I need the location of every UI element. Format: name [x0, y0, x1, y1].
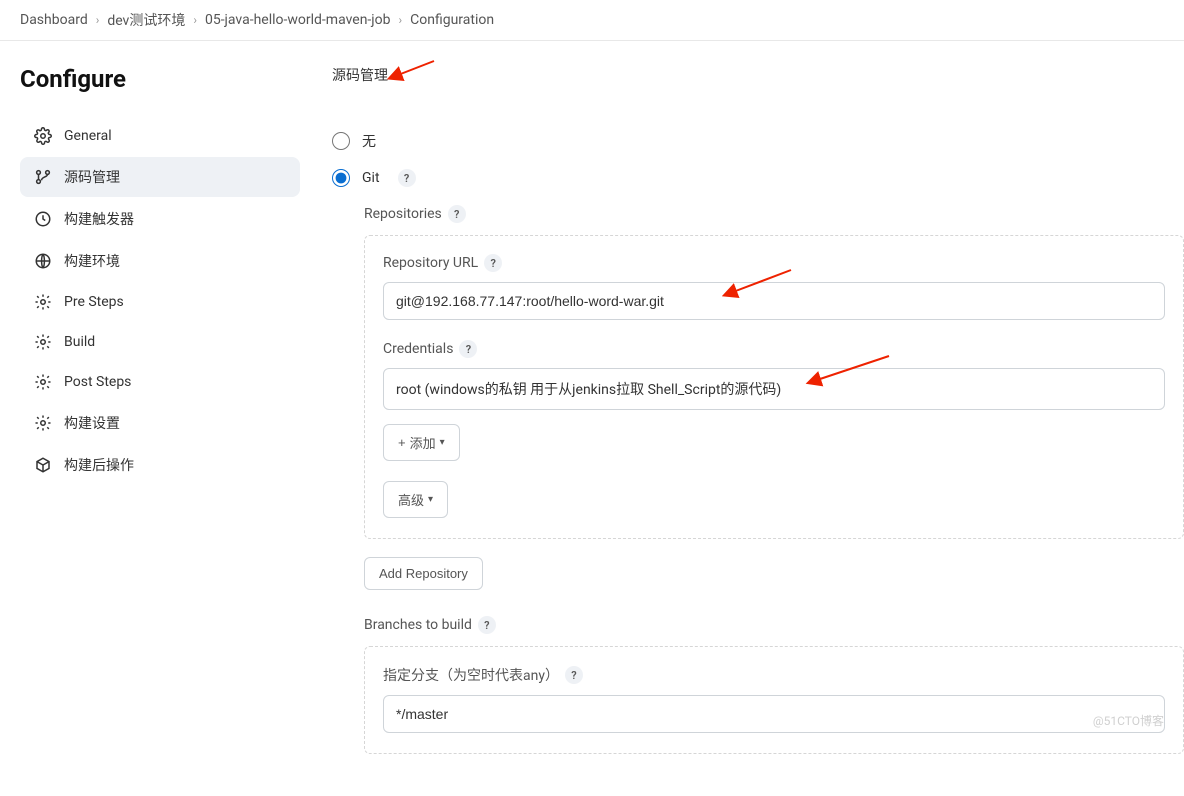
help-icon[interactable]: ?	[484, 254, 502, 272]
nav-build-settings[interactable]: 构建设置	[20, 403, 300, 443]
nav-label: 构建环境	[64, 251, 120, 271]
branches-box: 指定分支（为空时代表any） ?	[364, 646, 1184, 754]
gear-icon	[34, 333, 52, 351]
chevron-down-icon: ▾	[440, 437, 445, 448]
nav-general[interactable]: General	[20, 117, 300, 155]
breadcrumb-configuration[interactable]: Configuration	[410, 12, 494, 28]
watermark: @51CTO博客	[1093, 712, 1164, 729]
nav-scm[interactable]: 源码管理	[20, 157, 300, 197]
nav-label: Build	[64, 334, 95, 350]
nav-build[interactable]: Build	[20, 323, 300, 361]
repository-box: Repository URL ? Credentials ? root (win…	[364, 235, 1184, 539]
sidebar: Configure General 源码管理 构建触发器 构建环境 Pre St…	[0, 41, 320, 796]
config-nav: General 源码管理 构建触发器 构建环境 Pre Steps Build	[20, 117, 300, 485]
branch-icon	[34, 168, 52, 186]
breadcrumb-dashboard[interactable]: Dashboard	[20, 12, 88, 28]
package-icon	[34, 456, 52, 474]
scm-none-label[interactable]: 无	[362, 131, 376, 151]
plus-icon: +	[398, 435, 406, 450]
help-icon[interactable]: ?	[459, 340, 477, 358]
scm-git-radio[interactable]	[332, 169, 350, 187]
nav-label: General	[64, 128, 112, 144]
scm-git-label[interactable]: Git	[362, 170, 380, 186]
credentials-label: Credentials ?	[383, 340, 1165, 358]
branch-spec-label: 指定分支（为空时代表any） ?	[383, 665, 1165, 685]
advanced-button[interactable]: 高级 ▾	[383, 481, 448, 518]
main-content: 源码管理 无 Git ? Repositories ? R	[320, 41, 1184, 796]
branches-heading: Branches to build ?	[364, 616, 1184, 634]
breadcrumb: Dashboard › dev测试环境 › 05-java-hello-worl…	[0, 0, 1184, 41]
chevron-right-icon: ›	[96, 13, 100, 27]
nav-post-build[interactable]: 构建后操作	[20, 445, 300, 485]
chevron-down-icon: ▾	[428, 494, 433, 505]
add-repository-button[interactable]: Add Repository	[364, 557, 483, 590]
nav-post-steps[interactable]: Post Steps	[20, 363, 300, 401]
nav-label: 构建触发器	[64, 209, 134, 229]
gear-icon	[34, 373, 52, 391]
help-icon[interactable]: ?	[448, 205, 466, 223]
nav-pre-steps[interactable]: Pre Steps	[20, 283, 300, 321]
repo-url-input[interactable]	[383, 282, 1165, 320]
scm-section-title: 源码管理	[332, 65, 388, 85]
breadcrumb-env[interactable]: dev测试环境	[107, 10, 185, 30]
chevron-right-icon: ›	[399, 13, 403, 27]
nav-label: 构建后操作	[64, 455, 134, 475]
help-icon[interactable]: ?	[565, 666, 583, 684]
page-title: Configure	[20, 65, 300, 93]
nav-triggers[interactable]: 构建触发器	[20, 199, 300, 239]
gear-icon	[34, 414, 52, 432]
branch-spec-input[interactable]	[383, 695, 1165, 733]
nav-label: Pre Steps	[64, 294, 124, 310]
gear-icon	[34, 293, 52, 311]
nav-label: Post Steps	[64, 374, 131, 390]
nav-label: 构建设置	[64, 413, 120, 433]
globe-icon	[34, 252, 52, 270]
annotation-arrow	[394, 59, 438, 85]
nav-label: 源码管理	[64, 167, 120, 187]
add-credentials-button[interactable]: + 添加 ▾	[383, 424, 460, 461]
credentials-select[interactable]: root (windows的私钥 用于从jenkins拉取 Shell_Scri…	[383, 368, 1165, 410]
repo-url-label: Repository URL ?	[383, 254, 1165, 272]
gear-icon	[34, 127, 52, 145]
nav-env[interactable]: 构建环境	[20, 241, 300, 281]
chevron-right-icon: ›	[193, 13, 197, 27]
clock-icon	[34, 210, 52, 228]
help-icon[interactable]: ?	[398, 169, 416, 187]
breadcrumb-job[interactable]: 05-java-hello-world-maven-job	[205, 12, 391, 28]
repositories-heading: Repositories ?	[364, 205, 1184, 223]
help-icon[interactable]: ?	[478, 616, 496, 634]
scm-none-radio[interactable]	[332, 132, 350, 150]
